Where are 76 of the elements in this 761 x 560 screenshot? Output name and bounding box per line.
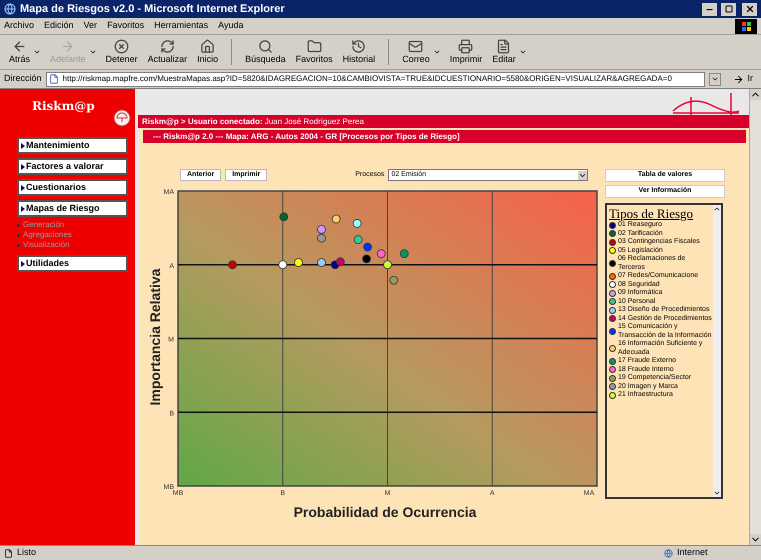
legend-scrollbar[interactable] <box>713 205 721 497</box>
globe-icon <box>664 548 673 558</box>
toolbar-button[interactable]: Búsqueda <box>240 39 291 65</box>
toolbar-button[interactable]: Correo <box>397 39 435 65</box>
menu-item[interactable]: Favoritos <box>107 19 144 33</box>
toolbar-button[interactable]: Detener <box>100 39 143 65</box>
sidebar-menu-button[interactable]: Mapas de Riesgo <box>17 200 128 217</box>
bullet-icon <box>17 244 20 246</box>
scroll-up-icon[interactable] <box>713 205 721 213</box>
maximize-icon <box>724 5 732 13</box>
sidebar-menu-button[interactable]: Utilidades <box>17 255 128 272</box>
triangle-icon <box>21 260 25 266</box>
stop-icon <box>114 39 130 54</box>
legend-title: Tipos de Riesgo <box>609 206 694 221</box>
menu-item[interactable]: Herramientas <box>154 19 208 33</box>
zone-text: Internet <box>677 546 709 560</box>
scroll-down-icon[interactable] <box>713 489 721 497</box>
address-dropdown-button[interactable] <box>708 72 720 86</box>
umbrella-icon <box>113 109 131 127</box>
scroll-down-icon[interactable] <box>750 534 761 545</box>
windows-logo-icon <box>735 18 757 34</box>
toolbar-button[interactable]: Inicio <box>192 39 224 65</box>
triangle-icon <box>21 206 25 212</box>
toolbar-button[interactable]: Favoritos <box>290 39 338 65</box>
minimize-button[interactable] <box>702 2 717 16</box>
dropdown-caret-icon[interactable] <box>518 48 527 56</box>
bridge-drawing <box>671 93 741 115</box>
close-icon <box>744 4 754 14</box>
status-text: Listo <box>17 546 38 560</box>
dropdown-arrow-icon <box>578 170 588 180</box>
map-title-bar: --- Riskm@p 2.0 --- Mapa: ARG - Autos 2004 - GR [Procesos por Tipos de Riesgo] <box>143 130 746 143</box>
folder-icon <box>306 39 322 54</box>
sidebar-menu-button[interactable]: Mantenimiento <box>17 137 128 154</box>
maximize-button[interactable] <box>721 2 736 16</box>
user-bar: Riskm@p > Usuario conectado: Juan José Rodríguez Perea <box>138 115 749 128</box>
close-button[interactable] <box>742 2 757 16</box>
dropdown-caret-icon[interactable] <box>33 48 42 56</box>
printer-icon <box>458 39 474 54</box>
go-arrow-icon[interactable] <box>732 74 744 84</box>
axis-title: Probabilidad de Ocurrencia <box>294 504 476 520</box>
bullet-icon <box>17 224 20 226</box>
toolbar-button[interactable]: Actualizar <box>142 39 192 65</box>
menu-item[interactable]: Ayuda <box>218 19 244 33</box>
mail-icon <box>408 39 424 54</box>
address-field[interactable]: http://riskmap.mapfre.com/MuestraMapas.asp?ID=5820&IDAGREGACION=10&CAMBIOVISTA=TRUE&IDCUESTIONARIO=5580&ORIGEN=VISUALIZAR&AGREGADA=0 <box>46 72 704 86</box>
caret-icon <box>710 75 718 83</box>
refresh-icon <box>160 39 175 54</box>
toolbar-button[interactable]: Historial <box>338 39 380 65</box>
scroll-up-icon[interactable] <box>750 89 761 100</box>
window-title: Mapa de Riesgos v2.0 - Microsoft Internet Explorer <box>20 2 286 17</box>
toolbar-button[interactable]: Imprimir <box>444 39 488 65</box>
triangle-icon <box>21 164 25 170</box>
menu-item[interactable]: Edición <box>44 19 74 33</box>
toolbar-button[interactable]: Atrás <box>4 39 36 65</box>
sidebar-menu-button[interactable]: Cuestionarios <box>17 179 128 196</box>
document-icon <box>496 39 512 54</box>
triangle-icon <box>21 184 25 190</box>
toolbar-button[interactable]: Editar <box>487 39 521 65</box>
sidebar-menu-button[interactable]: Factores a valorar <box>17 158 128 175</box>
menu-item[interactable]: Archivo <box>4 19 34 33</box>
triangle-icon <box>21 142 25 148</box>
history-icon <box>351 39 366 54</box>
page-scrollbar[interactable] <box>749 89 761 545</box>
bullet-icon <box>17 234 20 236</box>
dropdown-caret-icon[interactable] <box>432 48 441 56</box>
page-icon <box>48 74 59 84</box>
logo: Riskm@p <box>32 98 96 115</box>
search-icon <box>258 39 273 54</box>
forward-arrow-icon <box>60 39 76 54</box>
browser-icon <box>4 3 16 15</box>
menu-item[interactable]: Ver <box>84 19 98 33</box>
page-icon <box>4 548 13 558</box>
go-link[interactable]: Ir <box>748 72 753 86</box>
address-label: Dirección <box>4 72 42 86</box>
home-icon <box>200 39 216 54</box>
axis-title: Importancia Relativa <box>147 268 163 406</box>
